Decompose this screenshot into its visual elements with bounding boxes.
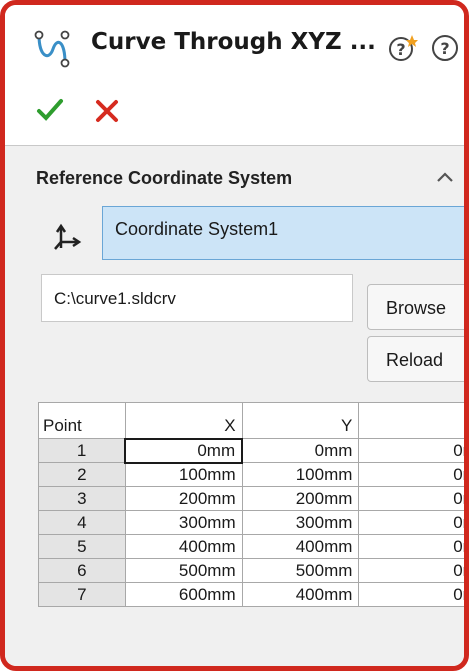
point-number-cell[interactable]: 4 [38, 510, 126, 535]
z-value-cell[interactable]: 0mm [358, 582, 464, 607]
table-row: 4 300mm 300mm 0mm [38, 510, 464, 535]
z-value-cell[interactable]: 0mm [358, 558, 464, 583]
z-value-cell[interactable]: 0mm [358, 462, 464, 487]
whats-wrong-help-icon[interactable]: ? [388, 33, 418, 63]
x-value-cell[interactable]: 300mm [124, 510, 243, 535]
file-path-field[interactable]: C:\curve1.sldcrv [41, 274, 353, 322]
title-row: Curve Through XYZ ... ? ? [5, 5, 464, 95]
y-value-cell[interactable]: 0mm [241, 438, 360, 463]
curve-through-xyz-icon [34, 30, 70, 68]
column-header-point[interactable]: Point [38, 402, 126, 439]
table-header-row: Point X Y Z [38, 402, 464, 439]
y-value-cell[interactable]: 500mm [241, 558, 360, 583]
x-value-cell[interactable]: 400mm [124, 534, 243, 559]
z-value-cell[interactable]: 0mm [358, 534, 464, 559]
x-value-cell[interactable]: 100mm [124, 462, 243, 487]
points-table: Point X Y Z 1 0mm 0mm 0mm 2 10 [38, 402, 464, 607]
point-number-cell[interactable]: 3 [38, 486, 126, 511]
browse-button[interactable]: Browse [367, 284, 464, 330]
point-number-cell[interactable]: 5 [38, 534, 126, 559]
cancel-button[interactable] [93, 97, 121, 125]
table-row: 2 100mm 100mm 0mm [38, 462, 464, 487]
coordinate-system-icon [54, 223, 82, 250]
point-number-cell[interactable]: 1 [38, 438, 126, 463]
point-number-cell[interactable]: 6 [38, 558, 126, 583]
y-value-cell[interactable]: 100mm [241, 462, 360, 487]
column-header-x[interactable]: X [124, 402, 243, 439]
y-value-cell[interactable]: 400mm [241, 534, 360, 559]
y-value-cell[interactable]: 200mm [241, 486, 360, 511]
x-value-cell[interactable]: 0mm [124, 437, 244, 464]
z-value-cell[interactable]: 0mm [358, 438, 464, 463]
ok-button[interactable] [35, 95, 65, 125]
reload-button[interactable]: Reload [367, 336, 464, 382]
column-header-z[interactable]: Z [358, 402, 464, 439]
panel-header: Curve Through XYZ ... ? ? [5, 5, 464, 145]
svg-text:?: ? [440, 39, 449, 58]
chevron-up-icon[interactable] [435, 170, 455, 184]
x-value-cell[interactable]: 500mm [124, 558, 243, 583]
z-value-cell[interactable]: 0mm [358, 486, 464, 511]
svg-text:?: ? [396, 40, 405, 59]
panel-title: Curve Through XYZ ... [91, 29, 376, 55]
table-row: 7 600mm 400mm 0mm [38, 582, 464, 607]
y-value-cell[interactable]: 300mm [241, 510, 360, 535]
column-header-y[interactable]: Y [241, 402, 360, 439]
table-row: 6 500mm 500mm 0mm [38, 558, 464, 583]
z-value-cell[interactable]: 0mm [358, 510, 464, 535]
section-title: Reference Coordinate System [36, 168, 293, 188]
x-value-cell[interactable]: 200mm [124, 486, 243, 511]
points-table-container: Point X Y Z 1 0mm 0mm 0mm 2 10 [38, 402, 464, 666]
table-row: 1 0mm 0mm 0mm [38, 437, 464, 464]
y-value-cell[interactable]: 400mm [241, 582, 360, 607]
property-manager-panel: Curve Through XYZ ... ? ? Reference Coor… [0, 0, 469, 671]
point-number-cell[interactable]: 2 [38, 462, 126, 487]
reference-coordinate-system-section: Reference Coordinate System Coordinate S… [5, 145, 464, 666]
help-icon[interactable]: ? [430, 33, 460, 63]
table-row: 5 400mm 400mm 0mm [38, 534, 464, 559]
table-row: 3 200mm 200mm 0mm [38, 486, 464, 511]
x-value-cell[interactable]: 600mm [124, 582, 243, 607]
coordinate-system-selection-box[interactable]: Coordinate System1 [102, 206, 464, 260]
point-number-cell[interactable]: 7 [38, 582, 126, 607]
